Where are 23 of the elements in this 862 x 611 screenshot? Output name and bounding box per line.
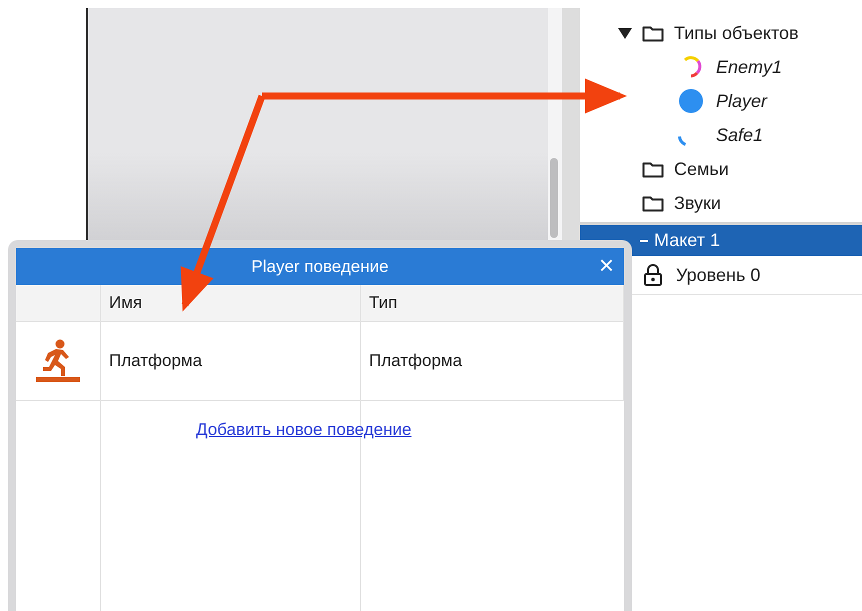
add-behavior-link[interactable]: Добавить новое поведение bbox=[196, 420, 412, 440]
tree-item[interactable]: Enemy1 bbox=[716, 56, 782, 78]
running-figure-icon bbox=[34, 339, 82, 383]
folder-icon bbox=[642, 194, 664, 212]
tree-item[interactable]: Типы объектов bbox=[674, 22, 799, 44]
scrollbar-thumb[interactable] bbox=[550, 158, 558, 238]
tree-item[interactable]: Семьи bbox=[674, 158, 729, 180]
lock-icon[interactable] bbox=[642, 264, 664, 286]
table-cell: Платформа bbox=[101, 322, 361, 401]
folder-icon bbox=[642, 160, 664, 178]
folder-icon bbox=[642, 24, 664, 42]
tree-item[interactable]: Safe1 bbox=[716, 124, 764, 146]
expand-arrow-icon[interactable] bbox=[618, 28, 632, 38]
circle-icon bbox=[678, 88, 704, 114]
layer-name[interactable]: Уровень 0 bbox=[676, 264, 760, 286]
layout-row[interactable]: Макет 1 bbox=[580, 225, 862, 256]
table-cell: Платформа bbox=[361, 322, 624, 401]
arc-icon bbox=[678, 134, 687, 146]
column-header[interactable]: Имя bbox=[101, 285, 361, 322]
column-header[interactable]: Тип bbox=[361, 285, 624, 322]
tree-item[interactable]: Player bbox=[716, 90, 768, 112]
tree-item[interactable]: Звуки bbox=[674, 192, 721, 214]
dialog-title: Player поведение bbox=[251, 256, 389, 276]
